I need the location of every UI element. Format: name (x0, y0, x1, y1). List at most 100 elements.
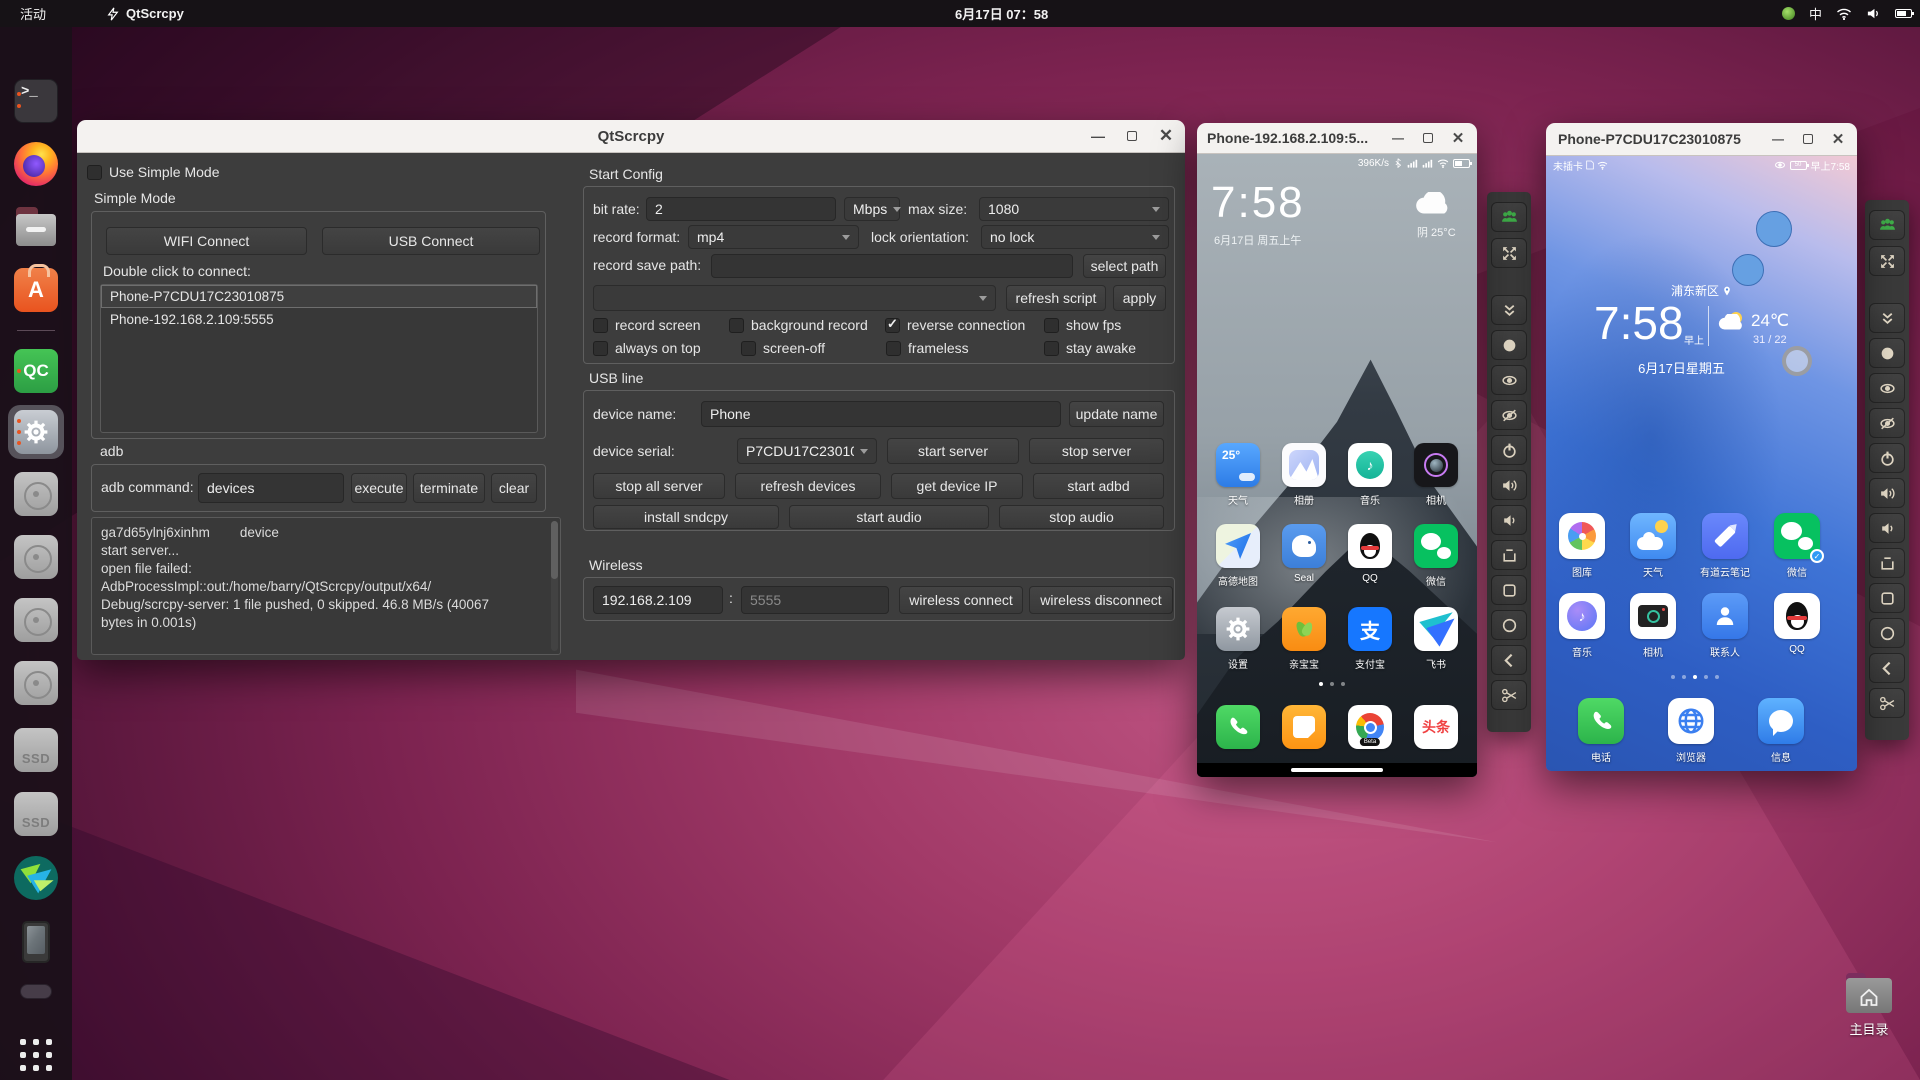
screenshot-button[interactable] (1491, 680, 1527, 710)
bit-rate-unit-combo[interactable]: Mbps (844, 197, 902, 221)
usb-connect-button[interactable]: USB Connect (322, 227, 540, 255)
script-combo[interactable] (593, 285, 996, 311)
dock-app-notes[interactable] (1272, 705, 1336, 749)
dock-item-disk-2[interactable] (13, 534, 59, 580)
phone1-screen[interactable]: 396K/s 7:58 6月17日 周五上午 阴 25°C 25° 天气 相册 (1197, 154, 1477, 777)
maximize-button[interactable] (1419, 129, 1437, 147)
close-button[interactable]: ✕ (1157, 126, 1175, 145)
wireless-ip-input[interactable] (593, 586, 723, 614)
show-fps-checkbox[interactable]: show fps (1044, 317, 1121, 333)
app-music[interactable]: ♪ 音乐 (1550, 593, 1614, 659)
refresh-script-button[interactable]: refresh script (1006, 285, 1106, 311)
fullscreen-button[interactable] (1491, 238, 1527, 268)
system-tray[interactable]: 中 (1781, 0, 1914, 27)
app-switch-button[interactable] (1869, 548, 1905, 578)
screen-on-button[interactable] (1869, 373, 1905, 403)
checkbox[interactable] (729, 317, 744, 333)
checkbox[interactable] (886, 340, 901, 356)
home-indicator[interactable] (1291, 768, 1383, 772)
back-button[interactable] (1869, 653, 1905, 683)
stop-audio-button[interactable]: stop audio (999, 505, 1164, 529)
volume-up-button[interactable] (1869, 478, 1905, 508)
menu-button[interactable] (1869, 583, 1905, 613)
phone1-titlebar[interactable]: Phone-192.168.2.109:5... — ✕ (1197, 123, 1477, 154)
stay-awake-checkbox[interactable]: stay awake (1044, 340, 1136, 356)
app-switch-button[interactable] (1491, 540, 1527, 570)
app-qinbaobao[interactable]: 亲宝宝 (1272, 607, 1336, 671)
power-button[interactable] (1869, 443, 1905, 473)
dock-item-firefox[interactable] (13, 141, 59, 187)
install-sndcpy-button[interactable]: install sndcpy (593, 505, 779, 529)
app-youdao-note[interactable]: 有道云笔记 (1693, 513, 1757, 579)
checkbox[interactable] (593, 340, 608, 356)
back-button[interactable] (1491, 645, 1527, 675)
volume-up-button[interactable] (1491, 470, 1527, 500)
fullscreen-button[interactable] (1869, 246, 1905, 276)
power-button[interactable] (1491, 435, 1527, 465)
home-button[interactable] (1491, 610, 1527, 640)
terminate-button[interactable]: terminate (413, 473, 485, 503)
screen-off-button[interactable] (1491, 400, 1527, 430)
use-simple-mode-checkbox[interactable]: Use Simple Mode (87, 164, 220, 180)
console-scrollbar[interactable] (551, 521, 558, 651)
screen-off-button[interactable] (1869, 408, 1905, 438)
checkbox[interactable] (87, 164, 102, 180)
lock-orientation-combo[interactable]: no lock (981, 225, 1169, 249)
focused-app-menu[interactable]: QtScrcpy (96, 0, 194, 27)
group-control-button[interactable] (1869, 210, 1905, 240)
minimize-button[interactable]: — (1389, 129, 1407, 147)
app-alipay[interactable]: 支 支付宝 (1338, 607, 1402, 671)
battery-icon[interactable] (1895, 9, 1914, 18)
app-feishu[interactable]: 飞书 (1404, 607, 1468, 671)
dock-app-phone[interactable] (1206, 705, 1270, 749)
refresh-devices-button[interactable]: refresh devices (735, 473, 881, 499)
show-applications-button[interactable] (13, 1032, 59, 1078)
always-on-top-checkbox[interactable]: always on top (593, 340, 701, 356)
app-wechat[interactable]: 微信 (1404, 524, 1468, 588)
close-button[interactable]: ✕ (1829, 130, 1847, 148)
dock-item-ssd-1[interactable]: SSD (13, 727, 59, 773)
app-wechat[interactable]: ✓ 微信 (1765, 513, 1829, 579)
checkbox[interactable] (1044, 317, 1059, 333)
app-weather[interactable]: 25° 天气 (1206, 443, 1270, 507)
phone2-screen[interactable]: 未插卡 50 早上7:58 浦东新区 7:58 早上 24℃ 31 / 22 6 (1546, 156, 1857, 771)
wireless-disconnect-button[interactable]: wireless disconnect (1029, 586, 1173, 614)
ime-indicator[interactable]: 中 (1809, 4, 1822, 23)
device-list[interactable]: Phone-P7CDU17C23010875 Phone-192.168.2.1… (100, 284, 538, 433)
app-qq[interactable]: QQ (1338, 524, 1402, 584)
record-format-combo[interactable]: mp4 (688, 225, 859, 249)
dock-item-phone-device[interactable] (13, 919, 59, 965)
checkbox[interactable] (1044, 340, 1059, 356)
maximize-button[interactable] (1123, 127, 1141, 145)
dock-item-usb-drive[interactable] (13, 982, 59, 1000)
dock-item-disk-3[interactable] (13, 597, 59, 643)
volume-down-button[interactable] (1869, 513, 1905, 543)
execute-button[interactable]: execute (351, 473, 407, 503)
group-control-button[interactable] (1491, 202, 1527, 232)
dock-item-ubuntu-software[interactable]: A (13, 264, 59, 313)
screen-share-indicator-icon[interactable] (1781, 7, 1795, 20)
screenshot-button[interactable] (1869, 688, 1905, 718)
dock-item-disk-4[interactable] (13, 660, 59, 706)
app-settings[interactable]: 设置 (1206, 607, 1270, 671)
qtscrcpy-titlebar[interactable]: QtScrcpy — ✕ (77, 120, 1185, 153)
minimize-button[interactable]: — (1089, 127, 1107, 145)
app-qq[interactable]: QQ (1765, 593, 1829, 655)
wireless-port-input[interactable] (741, 586, 889, 614)
assistive-ball[interactable] (1782, 346, 1812, 376)
expand-panel-button[interactable] (1869, 303, 1905, 333)
screen-on-button[interactable] (1491, 365, 1527, 395)
dock-item-terminal[interactable]: >_ (13, 78, 59, 124)
minimize-button[interactable]: — (1769, 130, 1787, 148)
phone2-titlebar[interactable]: Phone-P7CDU17C23010875 — ✕ (1546, 123, 1857, 156)
start-server-button[interactable]: start server (887, 438, 1019, 464)
clock-button[interactable]: 6月17日 07：58 (945, 0, 1058, 27)
select-path-button[interactable]: select path (1083, 254, 1166, 278)
get-device-ip-button[interactable]: get device IP (891, 473, 1023, 499)
activities-button[interactable]: 活动 (10, 0, 56, 27)
device-name-input[interactable] (701, 401, 1061, 427)
app-weather[interactable]: 天气 (1621, 513, 1685, 579)
device-list-item[interactable]: Phone-P7CDU17C23010875 (101, 285, 537, 308)
dock-app-chrome-beta[interactable]: Beta (1338, 705, 1402, 749)
checkbox[interactable] (741, 340, 756, 356)
